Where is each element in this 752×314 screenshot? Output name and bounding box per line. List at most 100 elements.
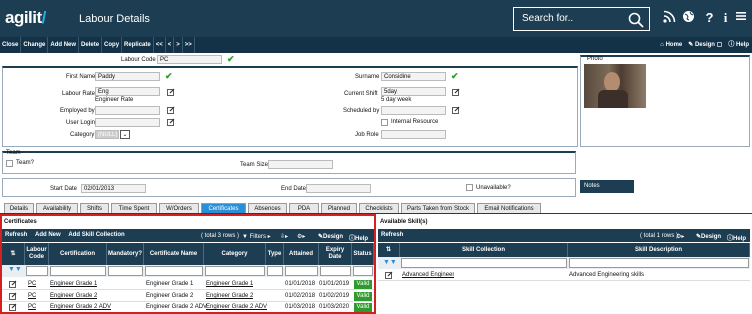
delete-button[interactable]: Delete bbox=[79, 37, 103, 53]
info-icon[interactable]: i bbox=[718, 10, 733, 25]
help-button[interactable]: ⓘHelp bbox=[349, 233, 368, 242]
edit-icon[interactable] bbox=[167, 88, 175, 96]
last-record-button[interactable]: >> bbox=[183, 37, 195, 53]
edit-icon[interactable] bbox=[452, 106, 460, 114]
add-new-button[interactable]: Add New bbox=[48, 37, 80, 53]
col-type[interactable]: Type bbox=[266, 243, 284, 265]
surname-field[interactable]: Considine bbox=[381, 72, 446, 81]
cell-skill-collection[interactable]: Advanced Engineer bbox=[402, 271, 454, 280]
add-skill-collection-button[interactable]: Add Skill Collection bbox=[65, 229, 127, 242]
edit-icon[interactable] bbox=[167, 106, 175, 114]
labour-rate-description: Engineer Rate bbox=[95, 97, 134, 103]
add-new-button[interactable]: Add New bbox=[32, 229, 64, 242]
labour-rate-field[interactable]: Eng bbox=[95, 87, 160, 96]
cell-labour-code[interactable]: PC bbox=[28, 292, 36, 301]
search-input[interactable]: Search for.. bbox=[513, 7, 650, 31]
export-icon[interactable]: ⇩▸ bbox=[280, 233, 288, 240]
col-certification[interactable]: Certification bbox=[49, 243, 107, 265]
start-date-label: Start Date bbox=[50, 186, 78, 192]
cell-category[interactable]: Engineer Grade 2 bbox=[206, 292, 253, 301]
category-select[interactable]: (NULL) bbox=[95, 130, 119, 139]
edit-icon[interactable] bbox=[452, 88, 460, 96]
edit-icon[interactable] bbox=[9, 280, 17, 288]
edit-icon[interactable] bbox=[9, 292, 17, 300]
cell-expiry: 01/03/2020 bbox=[319, 304, 350, 310]
cell-category[interactable]: Engineer Grade 2 ADV bbox=[206, 303, 267, 312]
cell-certification[interactable]: Engineer Grade 1 bbox=[50, 280, 97, 289]
cell-category[interactable]: Engineer Grade 1 bbox=[206, 280, 253, 289]
current-shift-field[interactable]: 5day bbox=[381, 87, 446, 96]
help-button[interactable]: ⓘHelp bbox=[727, 233, 746, 242]
col-attained[interactable]: Attained bbox=[284, 243, 319, 265]
design-button[interactable]: ✎ Design ▢ bbox=[685, 37, 725, 53]
filter-certification[interactable] bbox=[50, 266, 106, 276]
home-button[interactable]: ⌂ Home bbox=[657, 37, 685, 53]
filter-labour-code[interactable] bbox=[26, 266, 48, 276]
col-mandatory[interactable]: Mandatory? bbox=[107, 243, 144, 265]
menu-icon[interactable] bbox=[733, 10, 748, 25]
settings-icon[interactable]: ⚙▸ bbox=[297, 233, 305, 240]
col-certificate-name[interactable]: Certificate Name bbox=[144, 243, 204, 265]
copy-button[interactable]: Copy bbox=[102, 37, 123, 53]
design-button[interactable]: ✎Design bbox=[696, 233, 721, 240]
team-checkbox[interactable] bbox=[6, 160, 13, 167]
cell-certification[interactable]: Engineer Grade 2 bbox=[50, 292, 97, 301]
filter-icon[interactable]: ▼▼ bbox=[8, 266, 22, 273]
start-date-field[interactable]: 02/01/2013 bbox=[81, 184, 146, 193]
refresh-button[interactable]: Refresh bbox=[378, 229, 406, 242]
col-labour-code[interactable]: Labour Code bbox=[25, 243, 49, 265]
cell-labour-code[interactable]: PC bbox=[28, 303, 36, 312]
edit-icon[interactable] bbox=[9, 303, 17, 311]
filter-category[interactable] bbox=[205, 266, 265, 276]
rss-icon[interactable] bbox=[662, 10, 677, 25]
filter-type[interactable] bbox=[267, 266, 283, 276]
edit-icon[interactable] bbox=[385, 271, 393, 279]
col-expiry-date[interactable]: Expiry Date bbox=[319, 243, 352, 265]
col-category[interactable]: Category bbox=[204, 243, 266, 265]
unavailable-checkbox[interactable] bbox=[466, 184, 473, 191]
filter-mandatory[interactable] bbox=[108, 266, 143, 276]
rows-count: ( total 1 rows ) bbox=[640, 233, 679, 239]
col-status[interactable]: Status bbox=[352, 243, 374, 265]
status-badge: Valid bbox=[354, 280, 372, 289]
labour-code-field[interactable]: PC bbox=[157, 55, 222, 64]
column-settings-icon[interactable]: ⇅ bbox=[378, 243, 400, 257]
help-button[interactable]: ⓘ Help bbox=[725, 37, 752, 53]
notes-button[interactable]: Notes bbox=[580, 180, 634, 193]
next-record-button[interactable]: > bbox=[174, 37, 183, 53]
first-record-button[interactable]: << bbox=[154, 37, 166, 53]
prev-record-button[interactable]: < bbox=[166, 37, 175, 53]
col-skill-description[interactable]: Skill Description bbox=[568, 243, 750, 257]
search-icon[interactable] bbox=[628, 12, 644, 28]
filter-status[interactable] bbox=[353, 266, 373, 276]
cell-labour-code[interactable]: PC bbox=[28, 280, 36, 289]
design-button[interactable]: ✎Design bbox=[318, 233, 343, 240]
end-date-field[interactable] bbox=[306, 184, 371, 193]
cell-certification[interactable]: Engineer Grade 2 ADV bbox=[50, 303, 111, 312]
first-name-field[interactable]: Paddy bbox=[95, 72, 160, 81]
col-skill-collection[interactable]: Skill Collection bbox=[400, 243, 568, 257]
filter-attained[interactable] bbox=[285, 266, 318, 276]
settings-icon[interactable]: ⚙▸ bbox=[676, 233, 684, 240]
globe-icon[interactable] bbox=[681, 10, 696, 25]
internal-resource-checkbox[interactable] bbox=[381, 119, 388, 126]
help-icon[interactable]: ? bbox=[702, 10, 717, 25]
refresh-button[interactable]: Refresh bbox=[2, 229, 30, 242]
column-settings-icon[interactable]: ⇅ bbox=[2, 243, 25, 265]
replicate-button[interactable]: Replicate bbox=[122, 37, 154, 53]
edit-icon[interactable] bbox=[167, 118, 175, 126]
chevron-down-icon[interactable]: ⌄ bbox=[120, 130, 130, 139]
filter-icon[interactable]: ▼▼ bbox=[383, 259, 397, 266]
filter-certificate-name[interactable] bbox=[145, 266, 203, 276]
change-button[interactable]: Change bbox=[21, 37, 49, 53]
close-button[interactable]: Close bbox=[0, 37, 22, 53]
team-size-field[interactable] bbox=[268, 160, 333, 169]
job-role-field[interactable] bbox=[381, 130, 446, 139]
employed-by-field[interactable] bbox=[95, 106, 160, 115]
user-login-field[interactable] bbox=[95, 118, 160, 127]
filter-skill-collection[interactable] bbox=[401, 258, 567, 268]
scheduled-by-field[interactable] bbox=[381, 106, 446, 115]
filters-button[interactable]: ▼ Filters ▸ bbox=[242, 233, 271, 240]
filter-expiry[interactable] bbox=[320, 266, 351, 276]
filter-skill-description[interactable] bbox=[569, 258, 749, 268]
